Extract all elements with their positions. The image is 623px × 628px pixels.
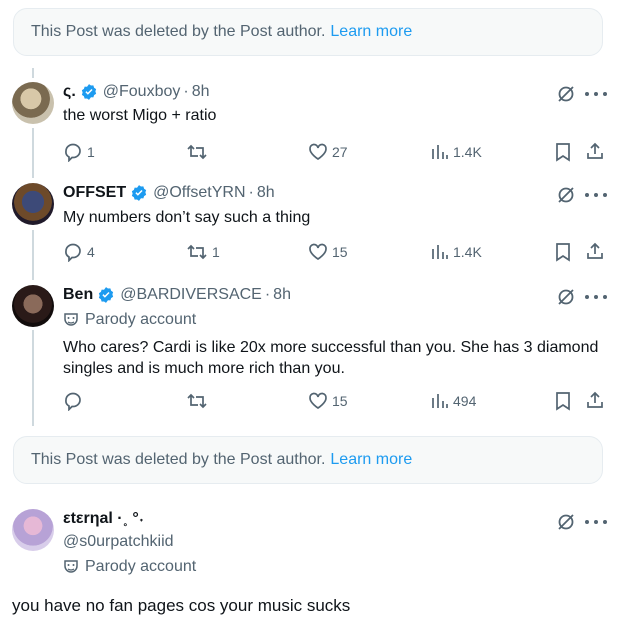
like-count: 15 xyxy=(332,244,348,260)
post-header-handle-row: @s0urpatchkiid xyxy=(63,533,174,551)
parody-label-text: Parody account xyxy=(85,311,197,328)
post-header: ς. @Fouxboy · 8h xyxy=(63,83,210,101)
repost-icon xyxy=(187,393,207,409)
repost-button[interactable] xyxy=(186,142,212,162)
user-handle[interactable]: @BARDIVERSACE xyxy=(120,286,262,304)
heart-icon xyxy=(309,392,327,410)
deleted-notice-text: This Post was deleted by the Post author… xyxy=(31,451,326,468)
post-header: OFFSET @OffsetYRN · 8h xyxy=(63,184,275,202)
separator-dot: · xyxy=(183,83,189,100)
reply-button[interactable] xyxy=(63,391,87,411)
verified-badge-icon xyxy=(81,84,96,100)
like-count: 27 xyxy=(332,144,348,160)
display-name[interactable]: ς. xyxy=(63,83,76,101)
post-time[interactable]: 8h xyxy=(192,83,210,101)
post-text: Who cares? Cardi is like 20x more succes… xyxy=(63,337,598,379)
share-icon[interactable] xyxy=(585,141,605,161)
learn-more-link[interactable]: Learn more xyxy=(330,451,412,469)
post-text-line: singles and is much more rich than you. xyxy=(63,360,345,377)
post-header: Ben @BARDIVERSACE · 8h xyxy=(63,286,291,304)
post-text: the worst Migo + ratio xyxy=(63,107,217,124)
avatar[interactable] xyxy=(12,285,54,327)
hide-reply-icon[interactable] xyxy=(556,185,576,205)
deleted-post-notice: This Post was deleted by the Post author… xyxy=(13,436,603,484)
avatar[interactable] xyxy=(12,82,54,124)
post-text-line: Who cares? Cardi is like 20x more succes… xyxy=(63,339,599,356)
views-chart-icon xyxy=(432,145,448,159)
reply-icon xyxy=(65,392,81,411)
heart-icon xyxy=(309,143,327,161)
more-options-icon[interactable] xyxy=(585,512,607,532)
views-chart-icon xyxy=(432,394,448,408)
views-button[interactable]: 1.4K xyxy=(431,242,482,262)
post-text: you have no fan pages cos your music suc… xyxy=(12,596,351,615)
repost-count: 1 xyxy=(212,244,220,260)
share-icon[interactable] xyxy=(585,241,605,261)
post-time[interactable]: 8h xyxy=(257,184,275,202)
thread-line xyxy=(32,128,34,178)
bookmark-icon[interactable] xyxy=(554,242,572,262)
view-count: 494 xyxy=(453,393,477,409)
deleted-notice-text: This Post was deleted by the Post author… xyxy=(31,23,326,40)
user-handle[interactable]: @OffsetYRN xyxy=(153,184,245,202)
view-count: 1.4K xyxy=(453,244,482,260)
avatar[interactable] xyxy=(12,509,54,551)
verified-badge-icon xyxy=(131,185,147,201)
parody-label: Parody account xyxy=(63,311,196,329)
hide-reply-icon[interactable] xyxy=(556,287,576,307)
more-options-icon[interactable] xyxy=(585,84,607,104)
separator-dot: · xyxy=(264,286,271,303)
parody-label-text: Parody account xyxy=(85,558,197,575)
share-icon[interactable] xyxy=(585,390,605,410)
thread-line xyxy=(32,330,34,426)
reply-count: 1 xyxy=(87,144,95,160)
parody-label: Parody account xyxy=(63,558,196,576)
hide-reply-icon[interactable] xyxy=(556,512,576,532)
parody-mask-icon xyxy=(64,560,78,573)
more-options-icon[interactable] xyxy=(585,287,607,307)
thread-line xyxy=(32,230,34,280)
display-name[interactable]: εtεrηal ·˳ °˖ xyxy=(63,510,144,528)
reply-button[interactable]: 1 xyxy=(63,142,95,162)
hide-reply-icon[interactable] xyxy=(556,84,576,104)
avatar[interactable] xyxy=(12,183,54,225)
post-header: εtεrηal ·˳ °˖ xyxy=(63,510,144,528)
views-chart-icon xyxy=(432,245,448,259)
repost-button[interactable]: 1 xyxy=(186,242,220,262)
thread-line xyxy=(32,68,34,78)
parody-mask-icon xyxy=(64,313,78,326)
verified-badge-icon xyxy=(99,287,114,303)
repost-icon xyxy=(187,244,207,260)
like-button[interactable]: 27 xyxy=(308,142,348,162)
view-count: 1.4K xyxy=(453,144,482,160)
reply-count: 4 xyxy=(87,244,95,260)
display-name[interactable]: OFFSET xyxy=(63,184,126,202)
user-handle[interactable]: @s0urpatchkiid xyxy=(63,533,174,551)
views-button[interactable]: 1.4K xyxy=(431,142,482,162)
views-button[interactable]: 494 xyxy=(431,391,476,411)
display-name[interactable]: Ben xyxy=(63,286,93,304)
reply-icon xyxy=(65,143,81,162)
like-button[interactable]: 15 xyxy=(308,242,348,262)
deleted-post-notice: This Post was deleted by the Post author… xyxy=(13,8,603,56)
repost-button[interactable] xyxy=(186,391,212,411)
reply-icon xyxy=(65,243,81,262)
bookmark-icon[interactable] xyxy=(554,391,572,411)
more-options-icon[interactable] xyxy=(585,185,607,205)
heart-icon xyxy=(309,243,327,261)
reply-button[interactable]: 4 xyxy=(63,242,95,262)
bookmark-icon[interactable] xyxy=(554,142,572,162)
learn-more-link[interactable]: Learn more xyxy=(330,23,412,41)
user-handle[interactable]: @Fouxboy xyxy=(103,83,181,101)
post-text: My numbers don’t say such a thing xyxy=(63,209,311,226)
post-time[interactable]: 8h xyxy=(273,286,291,304)
repost-icon xyxy=(187,144,207,160)
like-count: 15 xyxy=(332,393,348,409)
like-button[interactable]: 15 xyxy=(308,391,348,411)
separator-dot: · xyxy=(248,184,254,201)
